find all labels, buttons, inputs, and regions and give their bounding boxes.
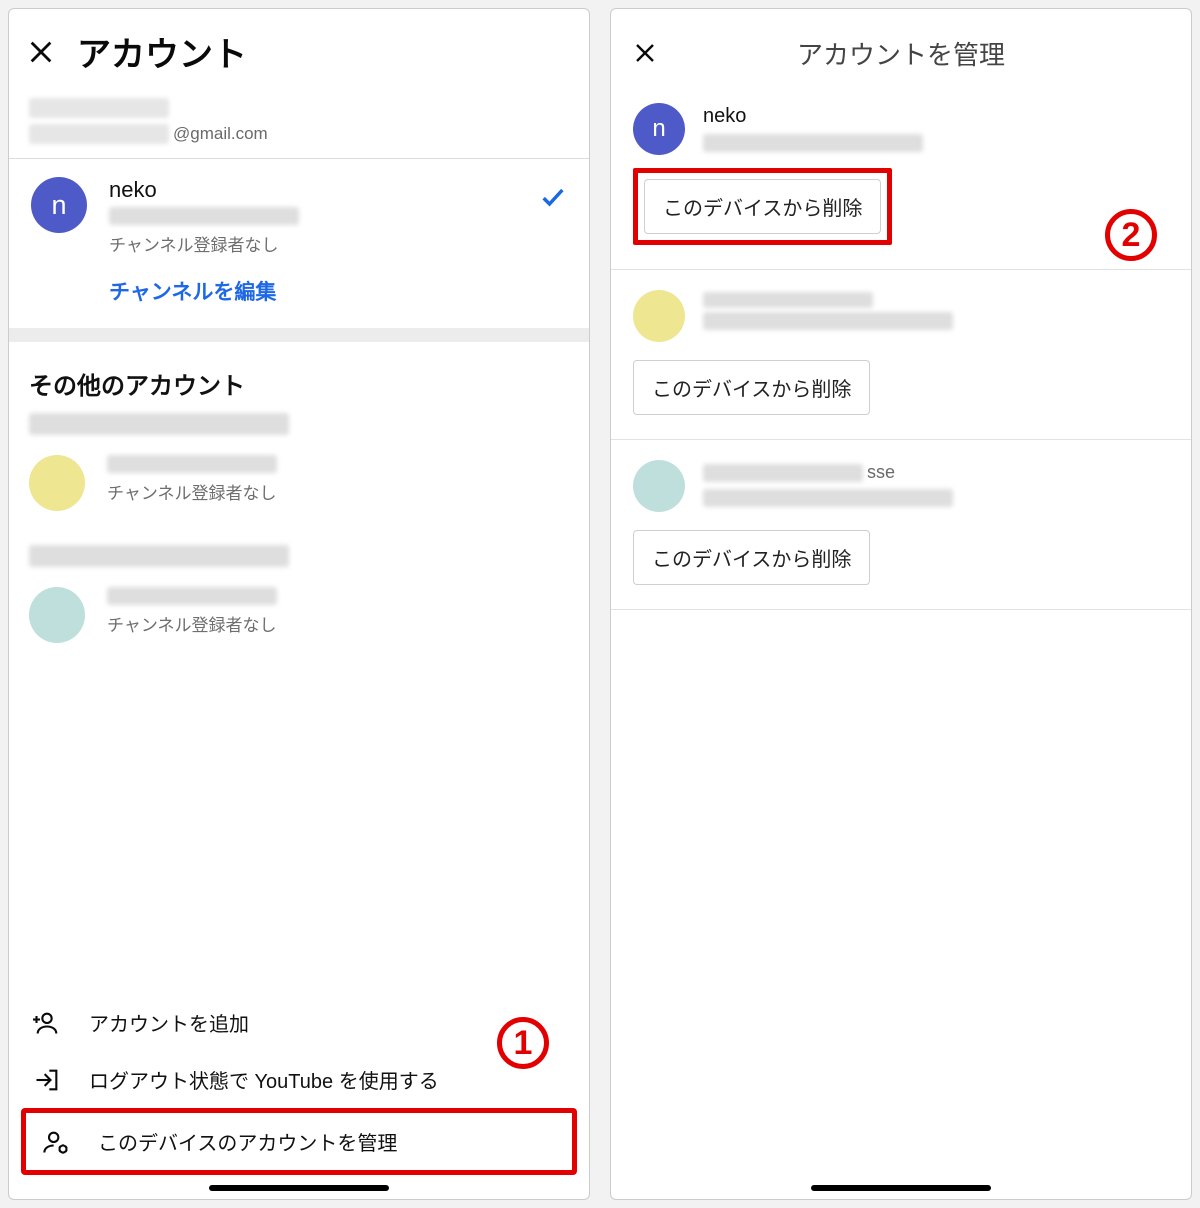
name-suffix: sse <box>867 462 895 483</box>
person-gear-icon <box>42 1128 70 1156</box>
subscribers-label: チャンネル登録者なし <box>109 231 517 256</box>
subscribers-label: チャンネル登録者なし <box>107 479 277 504</box>
manage-account-block: n neko このデバイスから削除 <box>611 83 1191 270</box>
redacted-handle <box>109 207 299 225</box>
account-name: neko <box>703 105 1169 128</box>
subscribers-label: チャンネル登録者なし <box>107 611 277 636</box>
email-suffix: @gmail.com <box>173 124 268 144</box>
redacted-email-local <box>29 124 169 144</box>
remove-from-device-button[interactable]: このデバイスから削除 <box>644 179 881 234</box>
spacer <box>611 610 1191 1175</box>
add-account-label: アカウントを追加 <box>89 1008 249 1037</box>
redacted-name-line: sse <box>703 462 1169 483</box>
logout-icon <box>33 1066 61 1094</box>
account-panel: アカウント @gmail.com n neko チャンネル登録者なし チャンネル… <box>8 8 590 1200</box>
logout-row[interactable]: ログアウト状態で YouTube を使用する <box>17 1051 581 1108</box>
avatar: n <box>31 177 87 233</box>
other-account-row[interactable]: チャンネル登録者なし <box>9 571 589 659</box>
page-title: アカウントを管理 <box>797 35 1005 72</box>
manage-accounts-row[interactable]: このデバイスのアカウントを管理 <box>26 1113 572 1170</box>
account-text: チャンネル登録者なし <box>107 587 277 636</box>
add-person-icon <box>33 1009 61 1037</box>
close-icon[interactable] <box>27 38 55 66</box>
page-title: アカウント <box>77 27 247 76</box>
footer: アカウントを追加 ログアウト状態で YouTube を使用する このデバイスのア… <box>9 994 589 1175</box>
avatar: n <box>633 103 685 155</box>
avatar-letter: n <box>652 115 665 143</box>
account-text: チャンネル登録者なし <box>107 455 277 504</box>
manage-account-block: sse このデバイスから削除 <box>611 440 1191 610</box>
redacted-email <box>703 489 953 507</box>
redacted-name <box>107 587 277 605</box>
header: アカウントを管理 <box>611 9 1191 83</box>
avatar <box>29 455 85 511</box>
account-row: sse <box>633 460 1169 512</box>
spacer <box>9 659 589 994</box>
current-account-row[interactable]: n neko チャンネル登録者なし <box>9 159 589 264</box>
account-row <box>633 290 1169 342</box>
divider-thick <box>9 328 589 342</box>
account-text: neko <box>703 103 1169 156</box>
header: アカウント <box>9 9 589 88</box>
avatar <box>633 290 685 342</box>
manage-accounts-panel: アカウントを管理 n neko このデバイスから削除 このデバイスから削除 <box>610 8 1192 1200</box>
remove-from-device-button[interactable]: このデバイスから削除 <box>633 530 870 585</box>
manage-account-block: このデバイスから削除 <box>611 270 1191 440</box>
account-row: n neko <box>633 103 1169 156</box>
account-text <box>703 290 1169 334</box>
home-indicator <box>209 1185 389 1191</box>
callout-1: 1 <box>497 1017 549 1069</box>
redacted-email-line: @gmail.com <box>29 124 569 144</box>
other-accounts-header: その他のアカウント <box>9 342 589 413</box>
redacted-name <box>703 292 873 308</box>
redacted-name <box>703 464 863 482</box>
redacted-name <box>107 455 277 473</box>
account-name: neko <box>109 177 517 203</box>
edit-channel-link[interactable]: チャンネルを編集 <box>9 264 589 328</box>
callout-2: 2 <box>1105 209 1157 261</box>
check-icon <box>539 183 567 216</box>
avatar <box>29 587 85 643</box>
redacted-email <box>703 312 953 330</box>
avatar <box>633 460 685 512</box>
other-account-row[interactable]: チャンネル登録者なし <box>9 439 589 527</box>
redacted-email <box>703 134 923 152</box>
manage-accounts-label: このデバイスのアカウントを管理 <box>98 1127 397 1156</box>
user-email-block: @gmail.com <box>9 88 589 159</box>
home-indicator <box>811 1185 991 1191</box>
remove-from-device-button[interactable]: このデバイスから削除 <box>633 360 870 415</box>
redacted-email-2 <box>29 545 289 567</box>
highlight-frame-1: このデバイスのアカウントを管理 <box>21 1108 577 1175</box>
close-icon[interactable] <box>633 41 657 65</box>
logout-label: ログアウト状態で YouTube を使用する <box>89 1065 439 1094</box>
redacted-email-1 <box>29 413 289 435</box>
redacted-name <box>29 98 169 118</box>
account-text: sse <box>703 460 1169 511</box>
highlight-frame-2: このデバイスから削除 <box>633 168 892 245</box>
avatar-letter: n <box>51 190 66 221</box>
account-text: neko チャンネル登録者なし <box>109 177 517 256</box>
